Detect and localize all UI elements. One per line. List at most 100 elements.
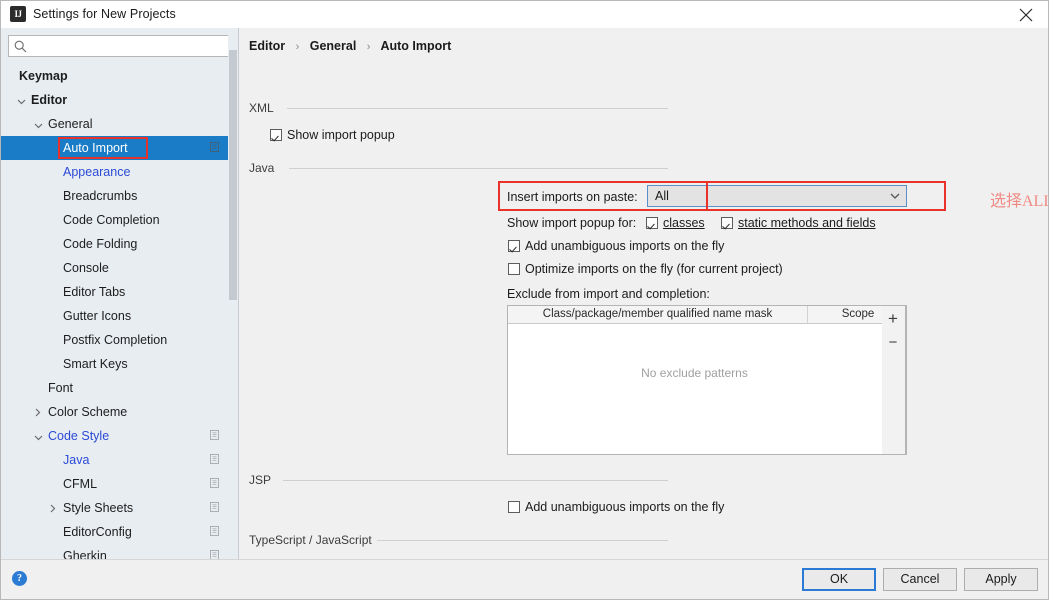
sidebar-item-label: Style Sheets xyxy=(63,501,134,515)
sidebar-item-breadcrumbs[interactable]: Breadcrumbs xyxy=(1,184,238,208)
sidebar-item-label: Gutter Icons xyxy=(63,309,132,323)
sidebar-item-java[interactable]: Java xyxy=(1,448,238,472)
section-divider-java xyxy=(289,168,668,169)
sidebar-item-console[interactable]: Console xyxy=(1,256,238,280)
optimize-imports-checkbox[interactable] xyxy=(508,263,520,275)
sidebar-item-label: CFML xyxy=(63,477,98,491)
breadcrumb-editor[interactable]: Editor xyxy=(249,39,285,53)
tree-toggle-general[interactable] xyxy=(31,112,45,136)
sidebar-item-label: Editor xyxy=(31,93,68,107)
remove-exclude-pattern-button[interactable]: − xyxy=(882,331,904,355)
chevron-down-icon xyxy=(34,435,42,441)
section-label-typescript: TypeScript / JavaScript xyxy=(249,533,377,547)
sidebar-item-keymap[interactable]: Keymap xyxy=(1,64,238,88)
search-box[interactable] xyxy=(8,35,230,57)
sidebar-item-code-completion[interactable]: Code Completion xyxy=(1,208,238,232)
tree-toggle-code-style[interactable] xyxy=(31,424,45,448)
sidebar-scrollbar-thumb[interactable] xyxy=(229,50,237,300)
breadcrumb: Editor › General › Auto Import xyxy=(249,39,451,53)
sidebar-item-gutter-icons[interactable]: Gutter Icons xyxy=(1,304,238,328)
add-unambiguous-java-label: Add unambiguous imports on the fly xyxy=(525,239,725,253)
sidebar-item-smart-keys[interactable]: Smart Keys xyxy=(1,352,238,376)
copy-settings-icon xyxy=(210,502,219,512)
annotation-chinese-note: 选择ALL xyxy=(990,193,1048,210)
sidebar-item-general[interactable]: General xyxy=(1,112,238,136)
exclude-table-header: Class/package/member qualified name mask… xyxy=(508,306,906,324)
add-unambiguous-jsp-checkbox[interactable] xyxy=(508,501,520,513)
chevron-down-icon xyxy=(34,123,42,129)
sidebar-item-appearance[interactable]: Appearance xyxy=(1,160,238,184)
show-import-popup-xml-row[interactable]: Show import popup xyxy=(270,128,395,142)
copy-settings-icon xyxy=(210,526,219,536)
classes-checkbox[interactable] xyxy=(646,217,658,229)
add-exclude-pattern-button[interactable]: + xyxy=(882,307,904,331)
sidebar-item-auto-import[interactable]: Auto Import xyxy=(1,136,238,160)
sidebar-item-editor-tabs[interactable]: Editor Tabs xyxy=(1,280,238,304)
sidebar-item-postfix-completion[interactable]: Postfix Completion xyxy=(1,328,238,352)
sidebar-scrollbar[interactable] xyxy=(228,28,238,560)
section-label-xml: XML xyxy=(249,101,279,115)
show-import-popup-xml-checkbox[interactable] xyxy=(270,129,282,141)
window-title: Settings for New Projects xyxy=(33,7,176,21)
optimize-imports-label: Optimize imports on the fly (for current… xyxy=(525,262,783,276)
classes-checkbox-row[interactable]: classes xyxy=(646,216,705,230)
chevron-down-icon xyxy=(17,99,25,105)
insert-imports-on-paste-dropdown[interactable]: All xyxy=(647,185,907,207)
optimize-imports-row[interactable]: Optimize imports on the fly (for current… xyxy=(508,262,783,276)
exclude-table-empty-message: No exclude patterns xyxy=(641,366,748,380)
copy-settings-icon xyxy=(210,430,219,440)
static-methods-label: static methods and fields xyxy=(738,216,876,230)
section-label-java: Java xyxy=(249,161,280,175)
sidebar-item-label: Code Completion xyxy=(63,213,160,227)
chevron-right-icon xyxy=(50,504,56,513)
show-import-popup-for-label: Show import popup for: xyxy=(507,216,637,230)
settings-tree: Keymap Editor General Auto Import Appearance… xyxy=(1,64,238,560)
app-logo-icon: IJ xyxy=(10,6,26,22)
sidebar-item-editorconfig[interactable]: EditorConfig xyxy=(1,520,238,544)
settings-sidebar: Keymap Editor General Auto Import Appearance… xyxy=(1,28,239,560)
sidebar-item-label: Postfix Completion xyxy=(63,333,168,347)
show-import-popup-xml-label: Show import popup xyxy=(287,128,395,142)
sidebar-item-label: Editor Tabs xyxy=(63,285,126,299)
cancel-button[interactable]: Cancel xyxy=(883,568,957,591)
exclude-from-import-label: Exclude from import and completion: xyxy=(507,287,710,301)
static-methods-checkbox[interactable] xyxy=(721,217,733,229)
tree-toggle-style-sheets[interactable] xyxy=(46,496,60,520)
sidebar-item-code-style[interactable]: Code Style xyxy=(1,424,238,448)
sidebar-item-label: Keymap xyxy=(19,69,68,83)
exclude-table-col-mask[interactable]: Class/package/member qualified name mask xyxy=(508,306,808,323)
exclude-patterns-table[interactable]: Class/package/member qualified name mask… xyxy=(507,305,907,455)
sidebar-item-gherkin[interactable]: Gherkin xyxy=(1,544,238,560)
search-input[interactable] xyxy=(31,37,225,57)
sidebar-item-font[interactable]: Font xyxy=(1,376,238,400)
sidebar-item-code-folding[interactable]: Code Folding xyxy=(1,232,238,256)
sidebar-item-style-sheets[interactable]: Style Sheets xyxy=(1,496,238,520)
sidebar-item-label: EditorConfig xyxy=(63,525,132,539)
settings-dialog: IJ Settings for New Projects Keymap Edito… xyxy=(0,0,1049,600)
copy-settings-icon xyxy=(210,478,219,488)
sidebar-item-editor[interactable]: Editor xyxy=(1,88,238,112)
static-methods-checkbox-row[interactable]: static methods and fields xyxy=(721,216,876,230)
dialog-footer: ? OK Cancel Apply xyxy=(1,559,1048,599)
search-icon xyxy=(14,40,27,53)
chevron-right-icon xyxy=(35,408,41,417)
tree-toggle-color-scheme[interactable] xyxy=(31,400,45,424)
breadcrumb-general[interactable]: General xyxy=(310,39,357,53)
settings-main-panel: Editor › General › Auto Import XML Show … xyxy=(239,28,1048,560)
help-icon[interactable]: ? xyxy=(12,571,27,586)
add-unambiguous-jsp-row[interactable]: Add unambiguous imports on the fly xyxy=(508,500,724,514)
tree-toggle-editor[interactable] xyxy=(14,88,28,112)
add-unambiguous-java-checkbox[interactable] xyxy=(508,240,520,252)
breadcrumb-auto-import: Auto Import xyxy=(380,39,452,53)
ok-button[interactable]: OK xyxy=(802,568,876,591)
insert-imports-label: Insert imports on paste: xyxy=(507,190,638,204)
sidebar-item-label: Code Style xyxy=(48,429,110,443)
sidebar-item-color-scheme[interactable]: Color Scheme xyxy=(1,400,238,424)
sidebar-item-label: Color Scheme xyxy=(48,405,128,419)
add-unambiguous-java-row[interactable]: Add unambiguous imports on the fly xyxy=(508,239,724,253)
section-divider-jsp xyxy=(283,480,668,481)
close-icon[interactable] xyxy=(1006,1,1046,27)
sidebar-item-label: Breadcrumbs xyxy=(63,189,138,203)
sidebar-item-cfml[interactable]: CFML xyxy=(1,472,238,496)
apply-button[interactable]: Apply xyxy=(964,568,1038,591)
